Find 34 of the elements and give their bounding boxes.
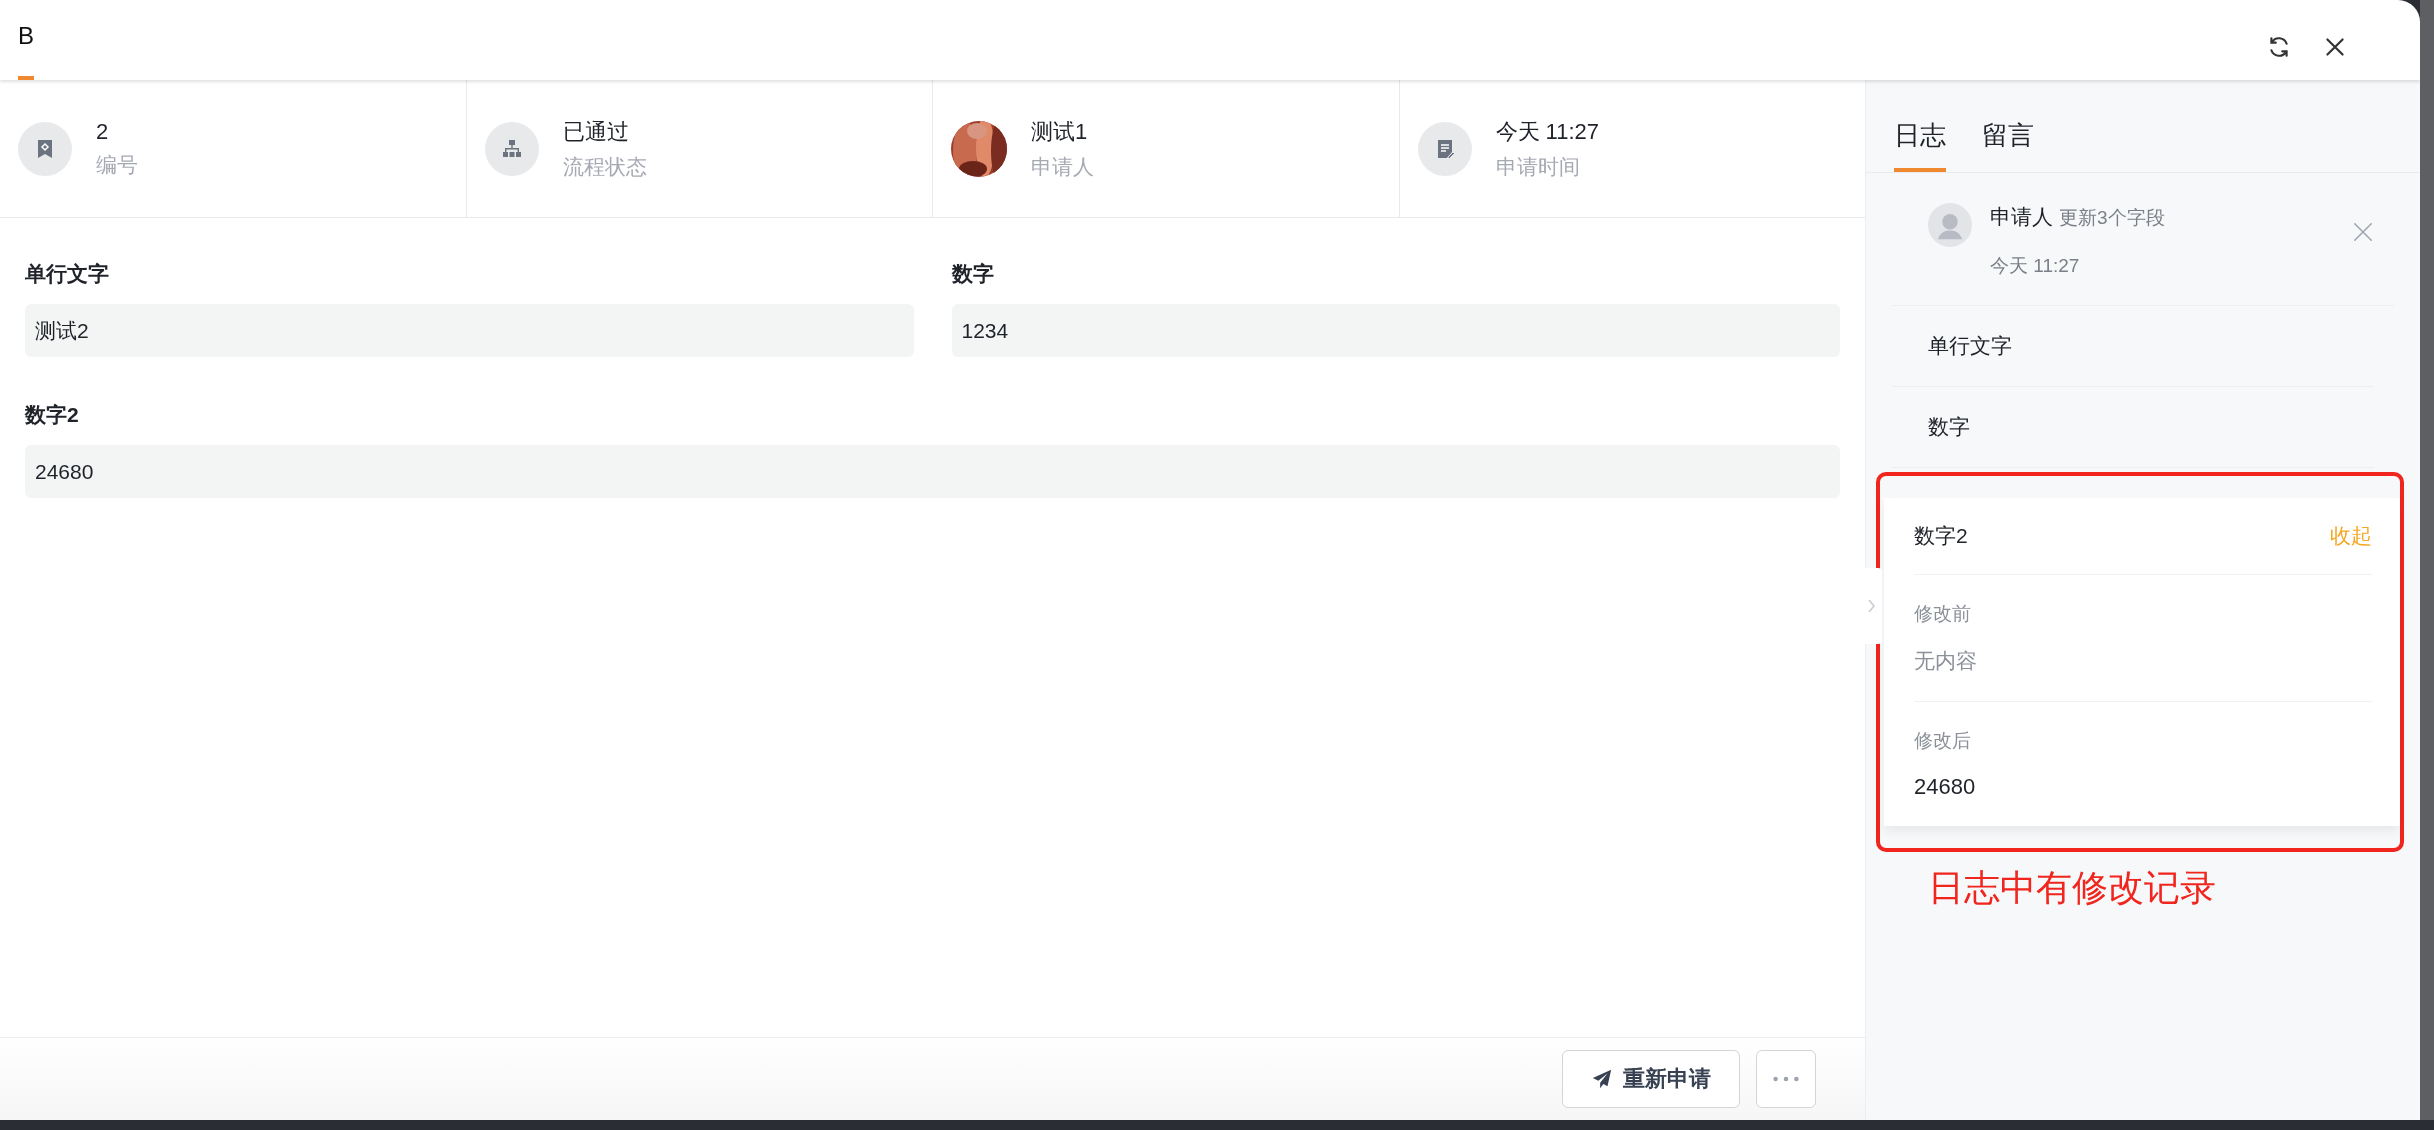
- after-value: 24680: [1914, 774, 1977, 800]
- log-actor: 申请人: [1990, 204, 2053, 230]
- before-label: 修改前: [1914, 602, 1972, 626]
- info-value: 2: [96, 118, 110, 145]
- after-label: 修改后: [1914, 729, 1972, 753]
- info-value: 已通过: [562, 117, 630, 146]
- panel-tab[interactable]: 留言: [1982, 80, 2034, 172]
- log-time: 今天 11:27: [1990, 254, 2081, 278]
- field-value: 测试2: [25, 304, 914, 357]
- before-value: 无内容: [1914, 648, 1978, 674]
- field-value: 24680: [25, 445, 1840, 498]
- user-avatar-icon: [1928, 203, 1972, 247]
- paper-plane-icon: [1591, 1068, 1613, 1090]
- info-value: 今天 11:27: [1495, 117, 1600, 146]
- info-label: 申请人: [1031, 153, 1094, 180]
- annotation-text: 日志中有修改记录: [1927, 866, 2217, 910]
- more-button[interactable]: [1756, 1050, 1816, 1108]
- panel-tab[interactable]: 日志: [1894, 80, 1946, 172]
- field-label: 数字: [951, 261, 995, 287]
- log-field-row[interactable]: 数字: [1892, 387, 2374, 468]
- info-label: 流程状态: [562, 153, 647, 180]
- field-label: 数字2: [25, 402, 80, 428]
- collapse-handle-icon[interactable]: [1862, 568, 1882, 644]
- resubmit-button[interactable]: 重新申请: [1562, 1050, 1740, 1108]
- field-name: 数字2: [1914, 523, 1968, 549]
- window-tab[interactable]: B: [18, 22, 34, 80]
- info-label: 申请时间: [1495, 153, 1581, 180]
- info-value: 测试1: [1031, 117, 1089, 146]
- log-field-row[interactable]: 单行文字: [1892, 306, 2374, 387]
- field-value: 1234: [951, 304, 1840, 357]
- info-label: 编号: [96, 151, 138, 178]
- log-action: 更新3个字段: [2059, 206, 2165, 230]
- more-icon: [1773, 1076, 1799, 1082]
- field-label: 单行文字: [25, 261, 110, 287]
